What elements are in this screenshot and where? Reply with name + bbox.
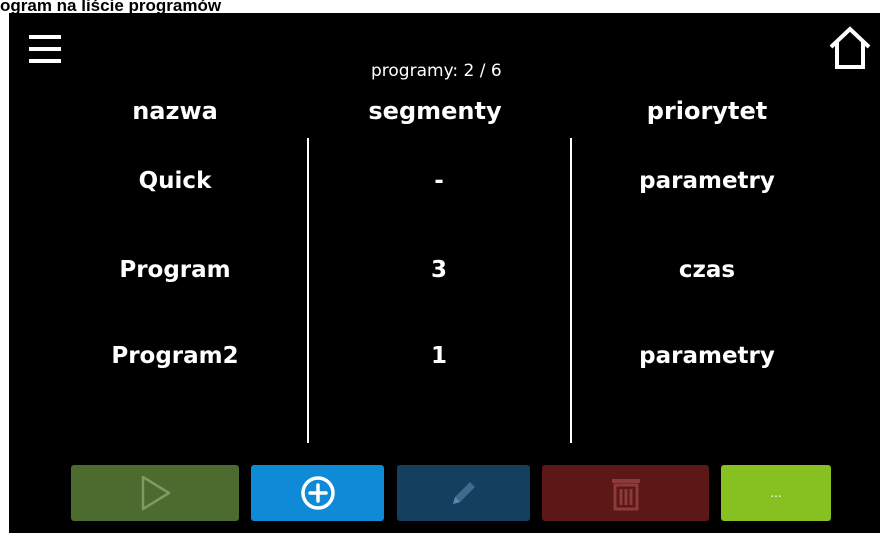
column-divider: [307, 138, 309, 443]
program-counter-label: programy:: [371, 61, 459, 81]
cell-segments: 3: [430, 257, 447, 283]
hamburger-menu-icon[interactable]: [29, 33, 63, 65]
cell-program-name: Quick: [138, 168, 212, 194]
column-header-name: nazwa: [132, 97, 218, 125]
cell-program-name: Program: [119, 257, 231, 283]
cell-priority: parametry: [639, 168, 775, 194]
cell-program-name: Program2: [111, 343, 239, 369]
home-icon[interactable]: [827, 25, 873, 71]
plus-circle-icon: [300, 476, 335, 510]
program-counter-value: 2 / 6: [463, 61, 502, 81]
add-program-button[interactable]: [251, 465, 384, 521]
program-counter: programy: 2 / 6: [371, 61, 502, 81]
more-options-button[interactable]: ...: [721, 465, 831, 521]
delete-program-button[interactable]: [542, 465, 709, 521]
column-header-segments: segmenty: [368, 97, 502, 125]
cell-segments: 1: [430, 343, 447, 369]
play-icon: [141, 475, 171, 511]
column-divider: [570, 138, 572, 443]
more-options-label: ...: [770, 486, 782, 500]
pencil-icon: [452, 482, 475, 504]
cell-segments: -: [434, 168, 444, 194]
trash-icon: [611, 479, 640, 511]
play-button[interactable]: [71, 465, 239, 521]
column-header-priority: priorytet: [646, 97, 768, 125]
cell-priority: parametry: [639, 343, 775, 369]
cell-priority: czas: [678, 257, 736, 283]
controller-screen: programy: 2 / 6 nazwa segmenty priorytet…: [9, 13, 880, 533]
edit-program-button[interactable]: [397, 465, 530, 521]
